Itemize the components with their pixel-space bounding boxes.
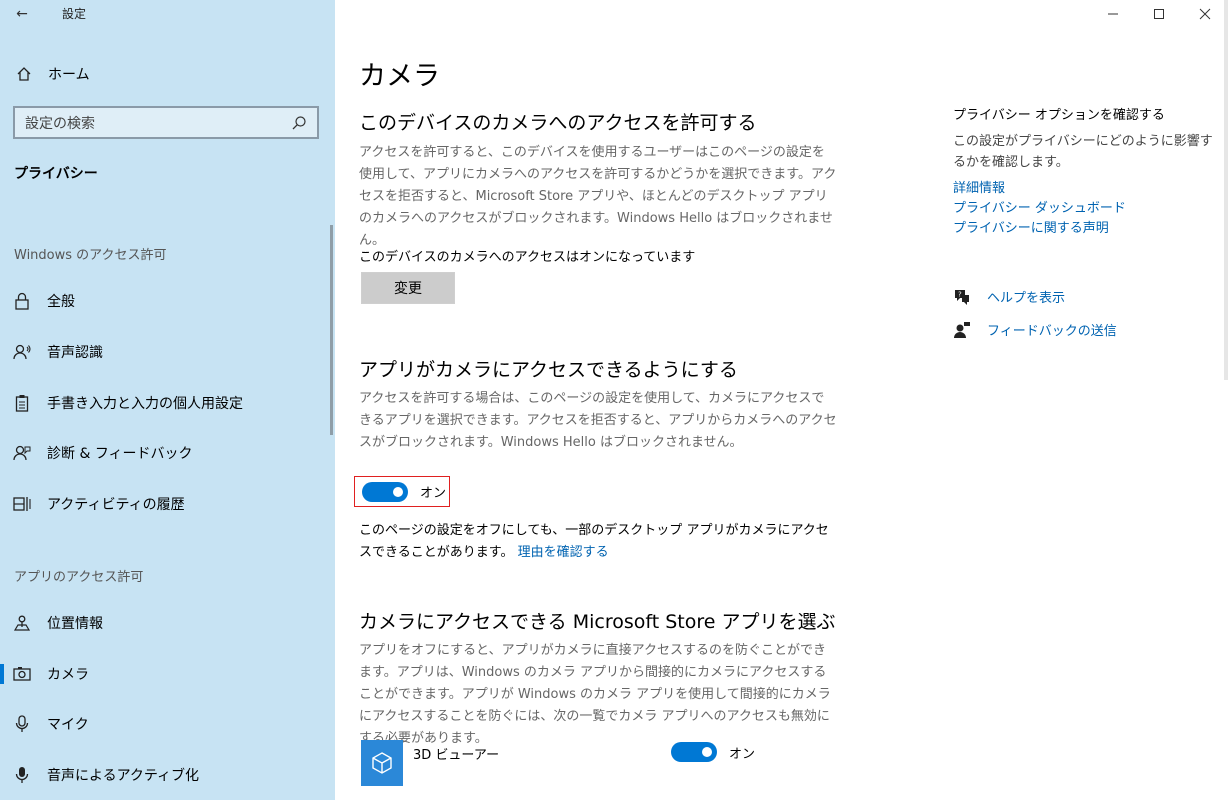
main-scrollbar[interactable] xyxy=(1224,0,1228,380)
home-icon xyxy=(14,66,34,82)
privacy-dashboard-link[interactable]: プライバシー ダッシュボード xyxy=(953,197,1126,216)
device-access-status: このデバイスのカメラへのアクセスはオンになっています xyxy=(359,250,696,265)
location-icon xyxy=(12,615,32,631)
app-name: 3D ビューアー xyxy=(413,748,500,763)
sidebar-item-activity-history[interactable]: アクティビティの履歴 xyxy=(0,486,335,522)
sidebar-item-speech[interactable]: 音声認識 xyxy=(0,334,335,370)
svg-text:?: ? xyxy=(958,290,962,298)
sidebar-item-label: アクティビティの履歴 xyxy=(47,497,185,513)
device-access-heading: このデバイスのカメラへのアクセスを許可する xyxy=(359,112,757,134)
sidebar-item-handwriting[interactable]: 手書き入力と入力の個人用設定 xyxy=(0,385,335,421)
page-title: カメラ xyxy=(359,61,440,92)
send-feedback-link[interactable]: フィードバックの送信 xyxy=(953,320,1117,339)
sidebar-item-label: 音声によるアクティブ化 xyxy=(47,768,200,784)
back-button[interactable]: ← xyxy=(8,2,36,26)
sidebar-item-label: 位置情報 xyxy=(47,616,103,632)
list-item: 3D ビューアー オン xyxy=(361,740,761,786)
main-content: カメラ このデバイスのカメラへのアクセスを許可する アクセスを許可すると、このデ… xyxy=(335,0,1228,800)
desktop-apps-note: このページの設定をオフにしても、一部のデスクトップ アプリがカメラにアクセスでき… xyxy=(359,520,837,564)
search-input[interactable]: 設定の検索 xyxy=(13,106,319,139)
app-toggle-state: オン xyxy=(729,746,756,762)
titlebar: ← 設定 xyxy=(0,0,335,28)
help-chat-icon: ? xyxy=(953,288,971,306)
sidebar-item-home[interactable]: ホーム xyxy=(0,58,335,90)
feedback-icon xyxy=(953,321,971,339)
sidebar-item-location[interactable]: 位置情報 xyxy=(0,605,335,641)
help-label: ヘルプを表示 xyxy=(987,291,1066,306)
sidebar-item-voice-activation[interactable]: 音声によるアクティブ化 xyxy=(0,757,335,793)
change-button[interactable]: 変更 xyxy=(361,272,455,304)
group-title-windows: Windows のアクセス許可 xyxy=(14,248,167,263)
active-indicator xyxy=(0,664,4,684)
more-info-link[interactable]: 詳細情報 xyxy=(953,177,1005,196)
app-toggle[interactable] xyxy=(671,742,717,762)
lock-icon xyxy=(12,292,32,310)
voice-activation-icon xyxy=(12,766,32,784)
sidebar-item-label: カメラ xyxy=(47,667,89,683)
camera-icon xyxy=(12,666,32,682)
app-access-description: アクセスを許可する場合は、このページの設定を使用して、カメラにアクセスできるアプ… xyxy=(359,391,837,450)
privacy-options-title: プライバシー オプションを確認する xyxy=(953,108,1165,123)
app-access-toggle-highlight: オン xyxy=(354,476,450,507)
app-toggle-row: オン xyxy=(671,742,755,762)
feedback-label: フィードバックの送信 xyxy=(987,324,1117,339)
sidebar-item-general[interactable]: 全般 xyxy=(0,283,335,319)
privacy-options-description: この設定がプライバシーにどのように影響するかを確認します。 xyxy=(953,134,1213,170)
group-title-app: アプリのアクセス許可 xyxy=(14,570,144,585)
store-apps-description: アプリをオフにすると、アプリがカメラに直接アクセスするのを防ぐことができます。ア… xyxy=(359,643,831,746)
sidebar-scrollbar[interactable] xyxy=(330,225,333,435)
sidebar-item-camera[interactable]: カメラ xyxy=(0,656,335,692)
window-title: 設定 xyxy=(62,7,87,21)
sidebar-item-microphone[interactable]: マイク xyxy=(0,706,335,742)
microphone-icon xyxy=(12,715,32,733)
learn-why-link[interactable]: 理由を確認する xyxy=(518,545,609,560)
app-access-toggle-state: オン xyxy=(420,486,447,501)
sidebar-item-label: 手書き入力と入力の個人用設定 xyxy=(47,396,243,412)
app-access-heading: アプリがカメラにアクセスできるようにする xyxy=(359,359,738,381)
speech-icon xyxy=(12,344,32,360)
sidebar-item-diagnostics[interactable]: 診断 & フィードバック xyxy=(0,435,335,471)
privacy-statement-link[interactable]: プライバシーに関する声明 xyxy=(953,217,1109,236)
search-placeholder: 設定の検索 xyxy=(25,115,95,132)
sidebar-section-title: プライバシー xyxy=(14,166,98,182)
sidebar-item-label: 全般 xyxy=(47,294,75,310)
get-help-link[interactable]: ? ヘルプを表示 xyxy=(953,287,1065,306)
sidebar: ← 設定 ホーム 設定の検索 プライバシー Windows のアクセス許可 全般… xyxy=(0,0,335,800)
sidebar-item-label: ホーム xyxy=(48,67,90,83)
device-access-description: アクセスを許可すると、このデバイスを使用するユーザーはこのページの設定を使用して… xyxy=(359,145,837,248)
clipboard-icon xyxy=(12,394,32,412)
app-access-toggle[interactable] xyxy=(362,481,408,502)
sidebar-item-label: 音声認識 xyxy=(47,345,103,361)
toggle-knob xyxy=(702,747,712,757)
sidebar-item-label: マイク xyxy=(47,717,89,733)
sidebar-item-label: 診断 & フィードバック xyxy=(47,446,193,462)
search-icon[interactable] xyxy=(291,115,307,131)
toggle-knob xyxy=(393,486,403,497)
timeline-icon xyxy=(12,496,32,512)
3d-viewer-app-icon xyxy=(361,740,403,786)
person-feedback-icon xyxy=(12,445,32,461)
store-apps-heading: カメラにアクセスできる Microsoft Store アプリを選ぶ xyxy=(359,611,836,633)
